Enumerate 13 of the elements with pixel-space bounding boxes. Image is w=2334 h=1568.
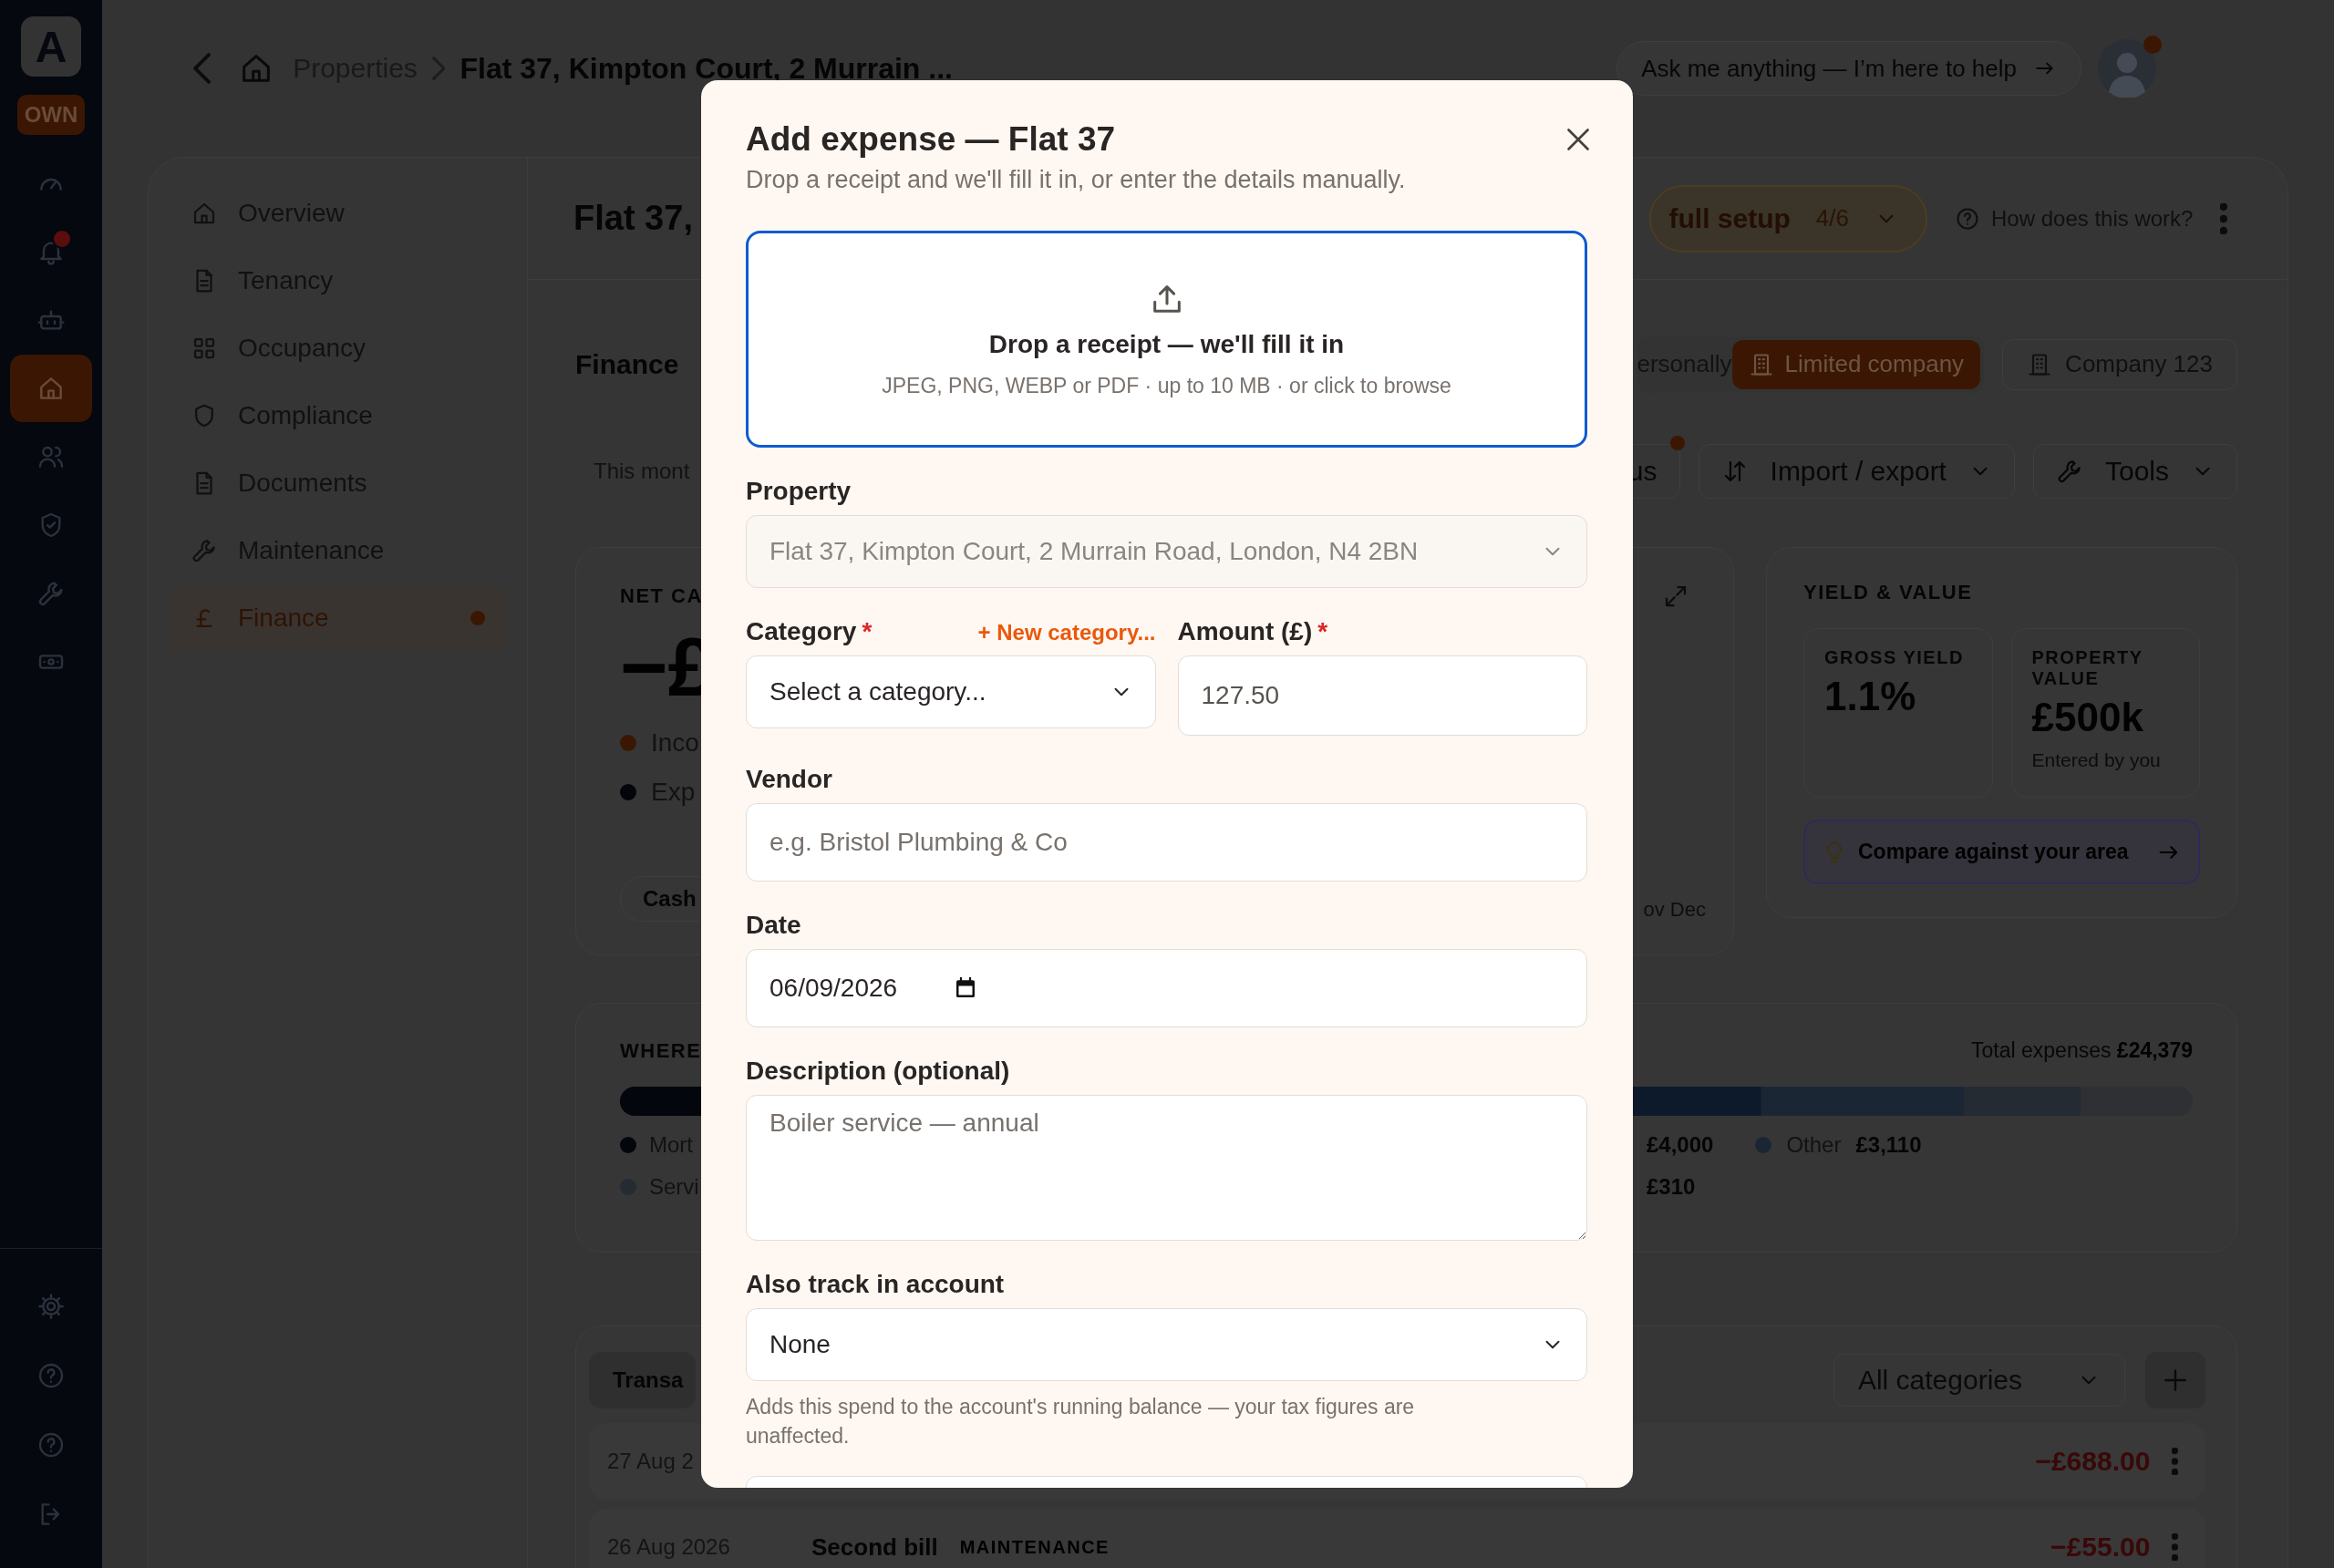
- dialog-title: Add expense — Flat 37: [746, 120, 1116, 159]
- field-label: Description (optional): [746, 1057, 1011, 1086]
- field-label: Date: [746, 911, 802, 940]
- category-tag: MAINTENANCE: [959, 1536, 1110, 1558]
- field-label: Amount (£) *: [1177, 617, 1328, 646]
- help-text: Adds this spend to the account's running balance — your tax figures are unaffected.: [746, 1394, 1416, 1449]
- field-label: Vendor: [746, 765, 833, 794]
- field-label: Category *: [746, 617, 873, 646]
- dialog-subtitle: Drop a receipt and we'll fill it in, or enter the details manually.: [746, 166, 1407, 194]
- field-label: Property: [746, 477, 852, 506]
- dropzone-title: Drop a receipt — we'll fill it in: [988, 329, 1345, 359]
- field-label: Also track in account: [746, 1270, 1006, 1299]
- dropzone-hint: JPEG, PNG, WEBP or PDF · up to 10 MB · or click to browse: [882, 373, 1451, 398]
